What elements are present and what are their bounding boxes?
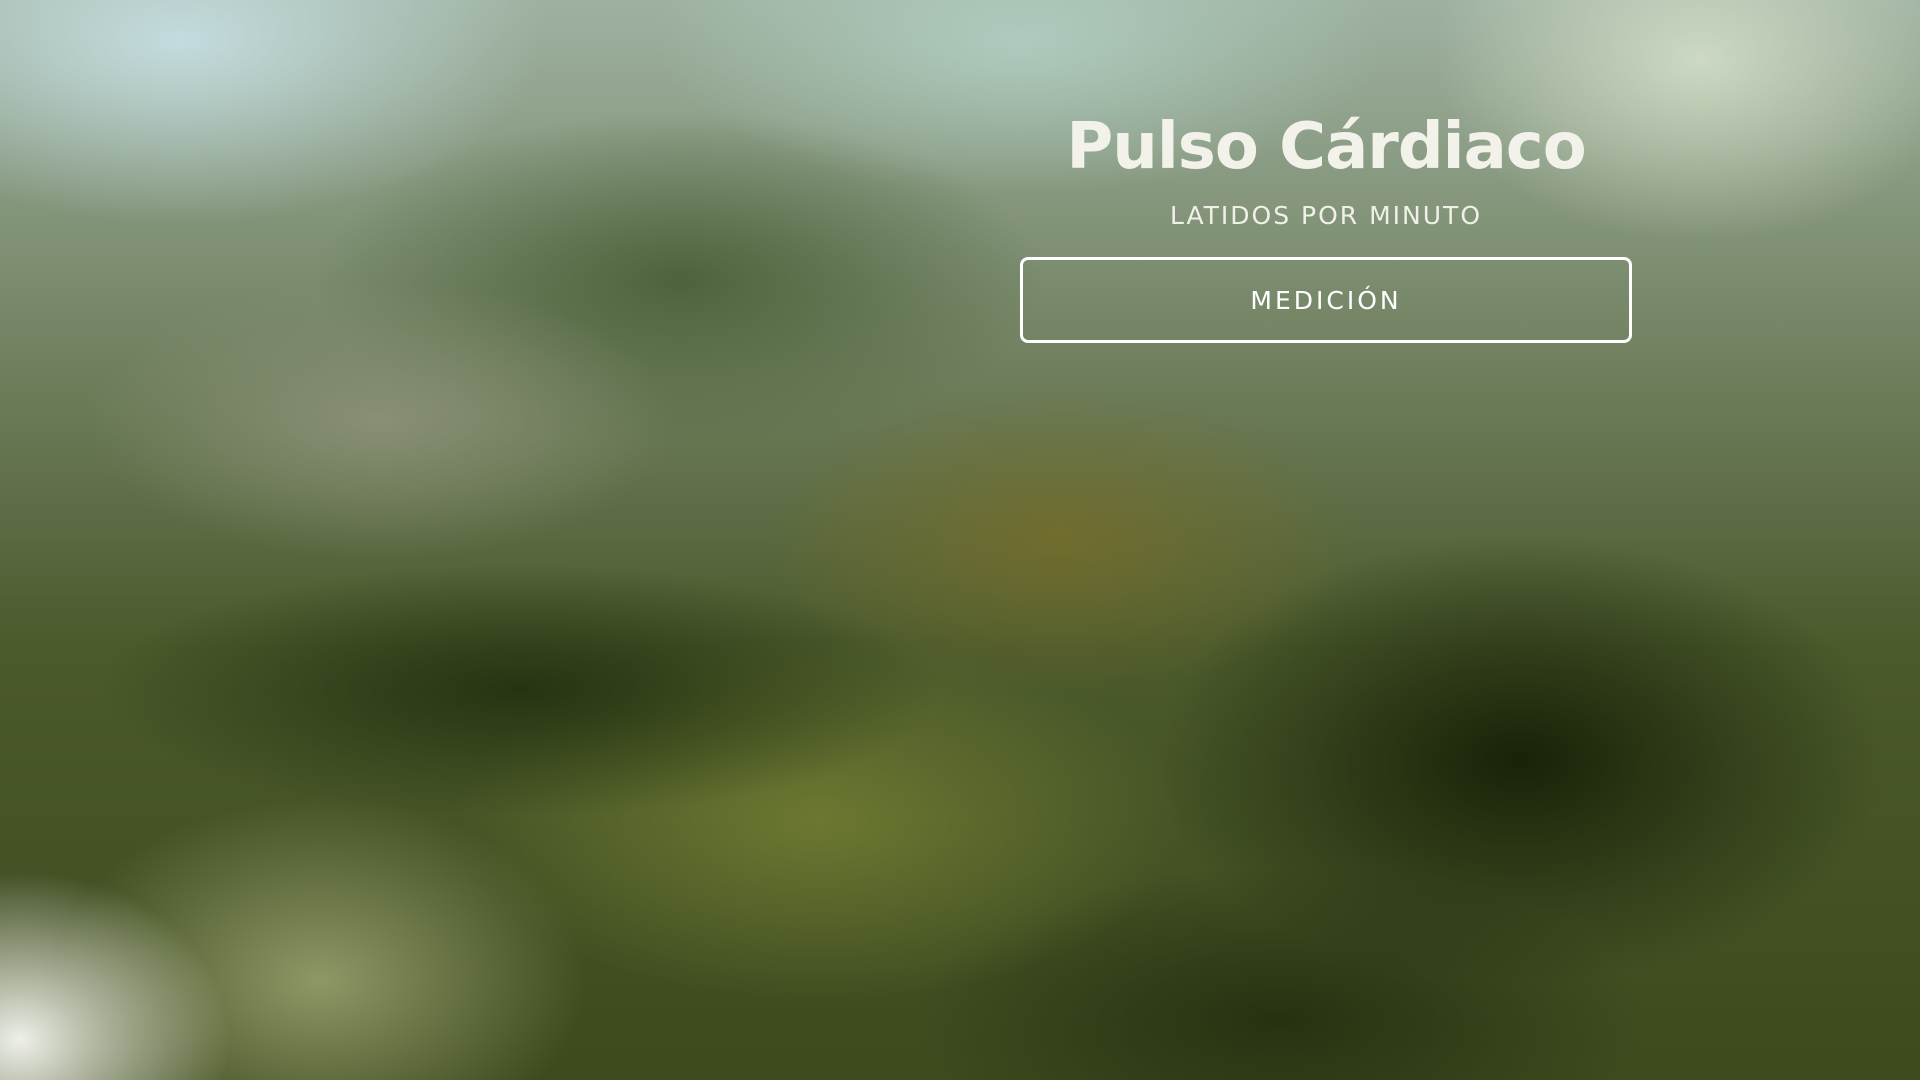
- page-title: Pulso Cárdiaco: [1066, 110, 1586, 184]
- measure-button[interactable]: MEDICIÓN: [1020, 257, 1632, 343]
- heart-rate-panel: Pulso Cárdiaco LATIDOS POR MINUTO MEDICI…: [1020, 105, 1632, 343]
- blurred-background-image: [0, 0, 1920, 1080]
- units-subtitle: LATIDOS POR MINUTO: [1169, 201, 1482, 230]
